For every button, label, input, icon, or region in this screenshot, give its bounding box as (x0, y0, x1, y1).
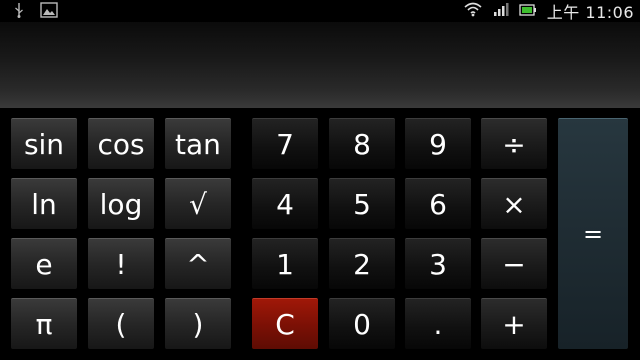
plus-button[interactable]: + (481, 298, 547, 349)
e-button[interactable]: e (11, 238, 77, 289)
usb-icon (14, 2, 24, 22)
decimal-point-button[interactable]: . (405, 298, 471, 349)
clear-button[interactable]: C (252, 298, 318, 349)
factorial-button[interactable]: ! (88, 238, 154, 289)
digit-4-button[interactable]: 4 (252, 178, 318, 229)
status-time: 上午 11:06 (546, 3, 634, 22)
status-bar: 上午 11:06 (0, 0, 640, 22)
image-icon (40, 2, 58, 22)
digit-5-button[interactable]: 5 (329, 178, 395, 229)
calculator-display (0, 22, 640, 109)
signal-icon (493, 1, 509, 21)
digit-8-button[interactable]: 8 (329, 118, 395, 169)
digit-9-button[interactable]: 9 (405, 118, 471, 169)
equals-button[interactable]: = (558, 118, 628, 349)
pi-button[interactable]: π (11, 298, 77, 349)
minus-button[interactable]: − (481, 238, 547, 289)
ln-button[interactable]: ln (11, 178, 77, 229)
sqrt-button[interactable]: √ (165, 178, 231, 229)
wifi-icon (463, 1, 483, 21)
multiply-button[interactable]: × (481, 178, 547, 229)
close-paren-button[interactable]: ) (165, 298, 231, 349)
status-left-icons (14, 2, 58, 22)
power-button[interactable]: ^ (165, 238, 231, 289)
open-paren-button[interactable]: ( (88, 298, 154, 349)
keypad: sin cos tan ln log √ e ! ^ π ( ) 7 8 9 4… (0, 108, 640, 360)
digit-3-button[interactable]: 3 (405, 238, 471, 289)
digit-6-button[interactable]: 6 (405, 178, 471, 229)
sin-button[interactable]: sin (11, 118, 77, 169)
digit-1-button[interactable]: 1 (252, 238, 318, 289)
digit-0-button[interactable]: 0 (329, 298, 395, 349)
log-button[interactable]: log (88, 178, 154, 229)
divide-button[interactable]: ÷ (481, 118, 547, 169)
tan-button[interactable]: tan (165, 118, 231, 169)
digit-7-button[interactable]: 7 (252, 118, 318, 169)
battery-icon (519, 2, 537, 21)
status-right-icons: 上午 11:06 (463, 0, 634, 22)
digit-2-button[interactable]: 2 (329, 238, 395, 289)
cos-button[interactable]: cos (88, 118, 154, 169)
